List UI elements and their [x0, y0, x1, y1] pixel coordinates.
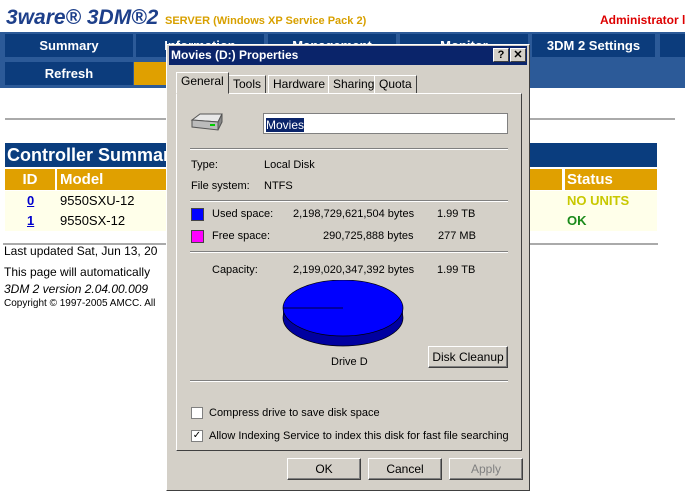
status: OK	[567, 213, 587, 228]
capacity-bytes: 2,199,020,347,392 bytes	[293, 264, 415, 276]
ok-button[interactable]: OK	[287, 458, 361, 480]
used-color-swatch	[191, 208, 204, 221]
server-name: SERVER (Windows XP Service Pack 2)	[165, 15, 367, 27]
model: 9550SX-12	[60, 213, 126, 228]
nav-extra[interactable]	[660, 34, 685, 57]
compress-label: Compress drive to save disk space	[209, 407, 380, 419]
close-button[interactable]: ✕	[510, 48, 526, 62]
drive-name-input[interactable]: Movies	[263, 113, 508, 134]
nav-summary[interactable]: Summary	[5, 34, 133, 57]
separator	[190, 380, 508, 382]
drive-label: Drive D	[331, 356, 368, 368]
index-checkbox[interactable]: ✓	[191, 430, 203, 442]
nav-settings[interactable]: 3DM 2 Settings	[532, 34, 655, 57]
tab-general[interactable]: General	[176, 72, 229, 94]
free-label: Free space:	[212, 230, 271, 242]
separator	[190, 200, 508, 202]
compress-checkbox[interactable]	[191, 407, 203, 419]
dialog-title: Movies (D:) Properties	[171, 48, 299, 62]
capacity-label: Capacity:	[212, 264, 258, 276]
type-value: Local Disk	[264, 159, 315, 171]
tab-hardware[interactable]: Hardware	[268, 75, 331, 94]
status: NO UNITS	[567, 193, 630, 208]
user-name: Administrator lo	[600, 13, 685, 27]
separator	[190, 251, 508, 253]
general-panel: Movies Type: Local Disk File system: NTF…	[176, 93, 522, 451]
index-label: Allow Indexing Service to index this dis…	[209, 430, 509, 442]
logo: 3ware® 3DM®2	[6, 6, 159, 29]
controller-link[interactable]: 1	[27, 211, 34, 231]
tab-quota[interactable]: Quota	[374, 75, 417, 94]
capacity-size: 1.99 TB	[437, 264, 476, 276]
usage-pie-chart	[282, 280, 404, 347]
separator	[190, 148, 508, 150]
disk-cleanup-button[interactable]: Disk Cleanup	[428, 346, 508, 368]
used-size: 1.99 TB	[437, 208, 476, 220]
type-label: Type:	[191, 159, 218, 171]
fs-value: NTFS	[264, 180, 293, 192]
model: 9550SXU-12	[60, 193, 135, 208]
refresh-note: This page will automatically	[4, 265, 151, 279]
drive-icon	[190, 113, 223, 131]
last-updated: Last updated Sat, Jun 13, 20	[4, 244, 158, 258]
free-size: 277 MB	[438, 230, 476, 242]
free-color-swatch	[191, 230, 204, 243]
col-id: ID	[5, 169, 55, 190]
properties-dialog: Movies (D:) Properties ? ✕ General Tools…	[166, 44, 530, 491]
cancel-button[interactable]: Cancel	[368, 458, 442, 480]
used-label: Used space:	[212, 208, 274, 220]
copyright: Copyright © 1997-2005 AMCC. All	[4, 298, 156, 309]
free-bytes: 290,725,888 bytes	[323, 230, 414, 242]
col-status: Status	[565, 169, 657, 190]
used-bytes: 2,198,729,621,504 bytes	[293, 208, 415, 220]
version: 3DM 2 version 2.04.00.009	[4, 282, 149, 296]
help-button[interactable]: ?	[493, 48, 509, 62]
tab-tools[interactable]: Tools	[228, 75, 267, 94]
apply-button[interactable]: Apply	[449, 458, 523, 480]
fs-label: File system:	[191, 180, 250, 192]
nav-refresh[interactable]: Refresh	[5, 62, 133, 85]
controller-link[interactable]: 0	[27, 191, 34, 211]
title-bar: Movies (D:) Properties ? ✕	[169, 46, 527, 65]
tab-sharing[interactable]: Sharing	[328, 75, 380, 94]
